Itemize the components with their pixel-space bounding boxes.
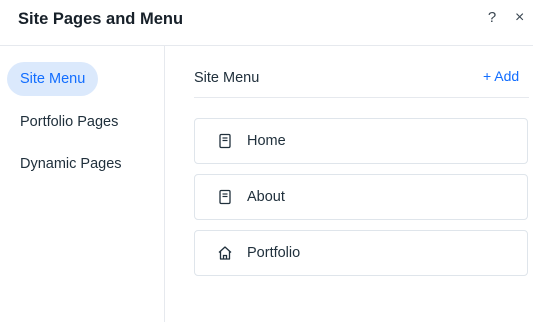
section-divider bbox=[194, 97, 529, 98]
help-button[interactable]: ? bbox=[483, 7, 501, 29]
page-icon bbox=[219, 189, 231, 205]
close-button[interactable]: × bbox=[515, 7, 533, 29]
page-item-label: Portfolio bbox=[247, 245, 301, 261]
page-icon bbox=[219, 133, 231, 149]
main-panel: Site Menu + Add Home About Portfolio bbox=[165, 46, 533, 322]
sidebar-item-dynamic-pages[interactable]: Dynamic Pages bbox=[7, 147, 135, 181]
sidebar: Site Menu Portfolio Pages Dynamic Pages bbox=[0, 46, 165, 322]
home-icon bbox=[218, 246, 232, 260]
panel-header: Site Pages and Menu ? × bbox=[0, 0, 533, 46]
sidebar-item-site-menu[interactable]: Site Menu bbox=[7, 62, 99, 96]
sidebar-item-portfolio-pages[interactable]: Portfolio Pages bbox=[7, 105, 131, 139]
page-item-home[interactable]: Home bbox=[194, 118, 528, 164]
page-item-label: About bbox=[247, 189, 285, 205]
add-page-button[interactable]: + Add bbox=[483, 68, 519, 84]
page-item-portfolio[interactable]: Portfolio bbox=[194, 230, 528, 276]
panel-title: Site Pages and Menu bbox=[18, 10, 184, 28]
section-title: Site Menu bbox=[194, 70, 260, 86]
page-item-about[interactable]: About bbox=[194, 174, 528, 220]
page-item-label: Home bbox=[247, 133, 286, 149]
